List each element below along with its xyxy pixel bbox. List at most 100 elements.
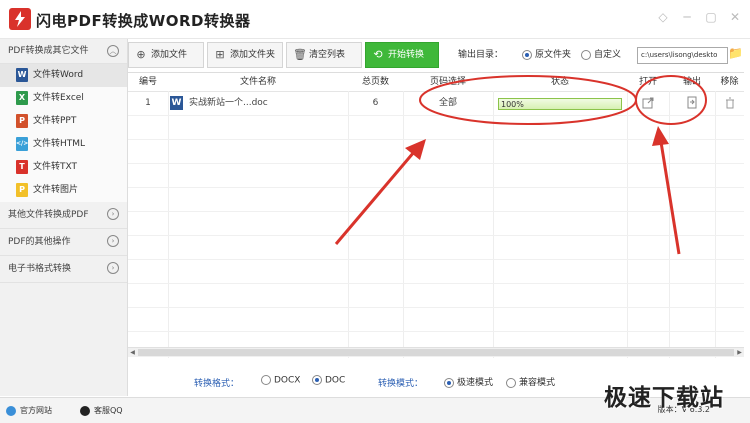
col-header-open: 打开: [638, 77, 657, 87]
radio-selected[interactable]: [444, 377, 454, 388]
col-header-pages: 总页数: [361, 77, 389, 87]
format-docx-option[interactable]: DOCX: [261, 375, 300, 386]
scroll-right-icon[interactable]: ▶: [735, 348, 744, 357]
option-label: DOC: [325, 375, 346, 386]
row-filename: W 实战新站一个...doc: [170, 93, 348, 113]
scroll-left-icon[interactable]: ◀: [128, 348, 137, 357]
minimize-icon[interactable]: ─: [680, 10, 694, 24]
html-icon: </>: [16, 136, 28, 151]
output-source-option[interactable]: 原文件夹: [522, 42, 571, 68]
app-logo-icon: [9, 8, 31, 30]
radio-unselected[interactable]: [506, 377, 516, 388]
clear-list-button[interactable]: 🗑 清空列表: [286, 42, 362, 68]
sidebar-item-label: 文件转PPT: [33, 116, 77, 126]
skin-icon[interactable]: ◇: [656, 10, 670, 24]
horizontal-scrollbar[interactable]: ◀ ▶: [128, 347, 744, 357]
sidebar-item-image[interactable]: P 文件转图片: [0, 179, 127, 202]
table-header: 编号 文件名称 总页数 页码选择 状态 打开 输出 移除: [128, 73, 744, 92]
option-label: DOCX: [274, 375, 301, 386]
output-folder-icon[interactable]: [669, 93, 715, 113]
word-file-icon: W: [170, 95, 183, 110]
start-convert-button[interactable]: ⟲ 开始转换: [365, 42, 439, 68]
support-qq-link[interactable]: 客服QQ: [80, 405, 123, 416]
image-icon: P: [16, 182, 28, 197]
sidebar-item-excel[interactable]: X 文件转Excel: [0, 87, 127, 110]
sidebar-section-pdf-to-other[interactable]: PDF转换成其它文件 ︿: [0, 39, 127, 64]
output-dir-label: 输出目录：: [458, 50, 504, 60]
chevron-right-icon: ›: [107, 208, 119, 220]
sidebar: PDF转换成其它文件 ︿ W 文件转Word X 文件转Excel P 文件转PPT …: [0, 39, 128, 396]
open-file-icon[interactable]: [627, 93, 669, 113]
ppt-icon: P: [16, 113, 28, 128]
radio-unselected[interactable]: [581, 49, 591, 60]
sidebar-section-label: PDF转换成其它文件: [8, 46, 89, 56]
chevron-right-icon: ›: [107, 235, 119, 247]
website-label: 官方网站: [20, 406, 52, 415]
option-label: 兼容模式: [519, 378, 556, 388]
word-icon: W: [16, 67, 28, 82]
title-bar: 闪电PDF转换成WORD转换器 ◇ ─ ▢ ✕: [0, 0, 750, 39]
add-folder-label: 添加文件夹: [230, 50, 276, 60]
col-header-name: 文件名称: [239, 77, 276, 87]
folder-plus-icon: ⊞: [215, 48, 225, 61]
row-progress-bar: 100%: [498, 98, 622, 110]
sidebar-item-word[interactable]: W 文件转Word: [0, 64, 127, 87]
output-path-field[interactable]: c:\users\lisong\deskto: [637, 47, 728, 64]
col-header-status: 状态: [550, 77, 569, 87]
sidebar-section-pdf-ops[interactable]: PDF的其他操作 ›: [0, 229, 127, 256]
option-label: 原文件夹: [535, 50, 572, 60]
progress-text: 100%: [501, 100, 524, 109]
chevron-right-icon: ›: [107, 262, 119, 274]
col-header-index: 编号: [138, 77, 157, 87]
sidebar-item-label: 文件转HTML: [33, 139, 86, 149]
col-header-remove: 移除: [720, 77, 739, 87]
filename-text: 实战新站一个...doc: [189, 98, 268, 108]
trash-icon: 🗑: [293, 48, 307, 61]
start-convert-label: 开始转换: [388, 50, 425, 60]
excel-icon: X: [16, 90, 28, 105]
sidebar-item-html[interactable]: </> 文件转HTML: [0, 133, 127, 156]
mode-fast-option[interactable]: 极速模式: [444, 375, 493, 388]
sidebar-item-label: 文件转Excel: [33, 93, 84, 103]
sidebar-item-label: 文件转图片: [33, 185, 79, 195]
plus-icon: ⊕: [136, 48, 146, 61]
row-page-select[interactable]: 全部: [403, 93, 493, 113]
sidebar-section-label: PDF的其他操作: [8, 237, 71, 247]
mode-compat-option[interactable]: 兼容模式: [506, 375, 555, 388]
sidebar-item-ppt[interactable]: P 文件转PPT: [0, 110, 127, 133]
sidebar-section-other-to-pdf[interactable]: 其他文件转换成PDF ›: [0, 202, 127, 229]
support-label: 客服QQ: [94, 406, 123, 415]
maximize-icon[interactable]: ▢: [704, 10, 718, 24]
watermark-logo: 极速下载站: [604, 385, 724, 411]
radio-unselected[interactable]: [261, 375, 271, 385]
scroll-thumb[interactable]: [138, 349, 734, 356]
col-header-page-select: 页码选择: [429, 77, 466, 87]
option-label: 自定义: [594, 50, 622, 60]
mode-label: 转换模式：: [378, 379, 424, 389]
txt-icon: T: [16, 159, 28, 174]
chevron-up-icon: ︿: [107, 45, 119, 57]
file-table: 编号 文件名称 总页数 页码选择 状态 打开 输出 移除 1 W 实战新站一个..…: [128, 72, 744, 358]
sidebar-item-label: 文件转Word: [33, 70, 84, 80]
close-icon[interactable]: ✕: [728, 10, 742, 24]
sidebar-item-label: 文件转TXT: [33, 162, 78, 172]
official-website-link[interactable]: 官方网站: [6, 405, 52, 416]
add-folder-button[interactable]: ⊞ 添加文件夹: [207, 42, 283, 68]
output-custom-option[interactable]: 自定义: [581, 42, 621, 68]
radio-selected[interactable]: [522, 49, 532, 60]
col-header-output: 输出: [682, 77, 701, 87]
sidebar-section-label: 电子书格式转换: [8, 264, 72, 274]
sidebar-section-ebook[interactable]: 电子书格式转换 ›: [0, 256, 127, 283]
convert-icon: ⟲: [373, 48, 383, 61]
remove-trash-icon[interactable]: [715, 93, 744, 113]
toolbar: ⊕ 添加文件 ⊞ 添加文件夹 🗑 清空列表 ⟲ 开始转换 输出目录： 原文件夹 自定义 …: [128, 42, 750, 70]
add-file-button[interactable]: ⊕ 添加文件: [128, 42, 204, 68]
folder-open-icon[interactable]: 📁: [728, 46, 743, 60]
sidebar-section-label: 其他文件转换成PDF: [8, 210, 89, 220]
radio-selected[interactable]: [312, 375, 322, 385]
qq-penguin-icon: [80, 405, 90, 416]
sidebar-item-txt[interactable]: T 文件转TXT: [0, 156, 127, 179]
format-doc-option[interactable]: DOC: [312, 375, 345, 386]
app-title: 闪电PDF转换成WORD转换器: [36, 12, 251, 30]
option-label: 极速模式: [457, 378, 494, 388]
